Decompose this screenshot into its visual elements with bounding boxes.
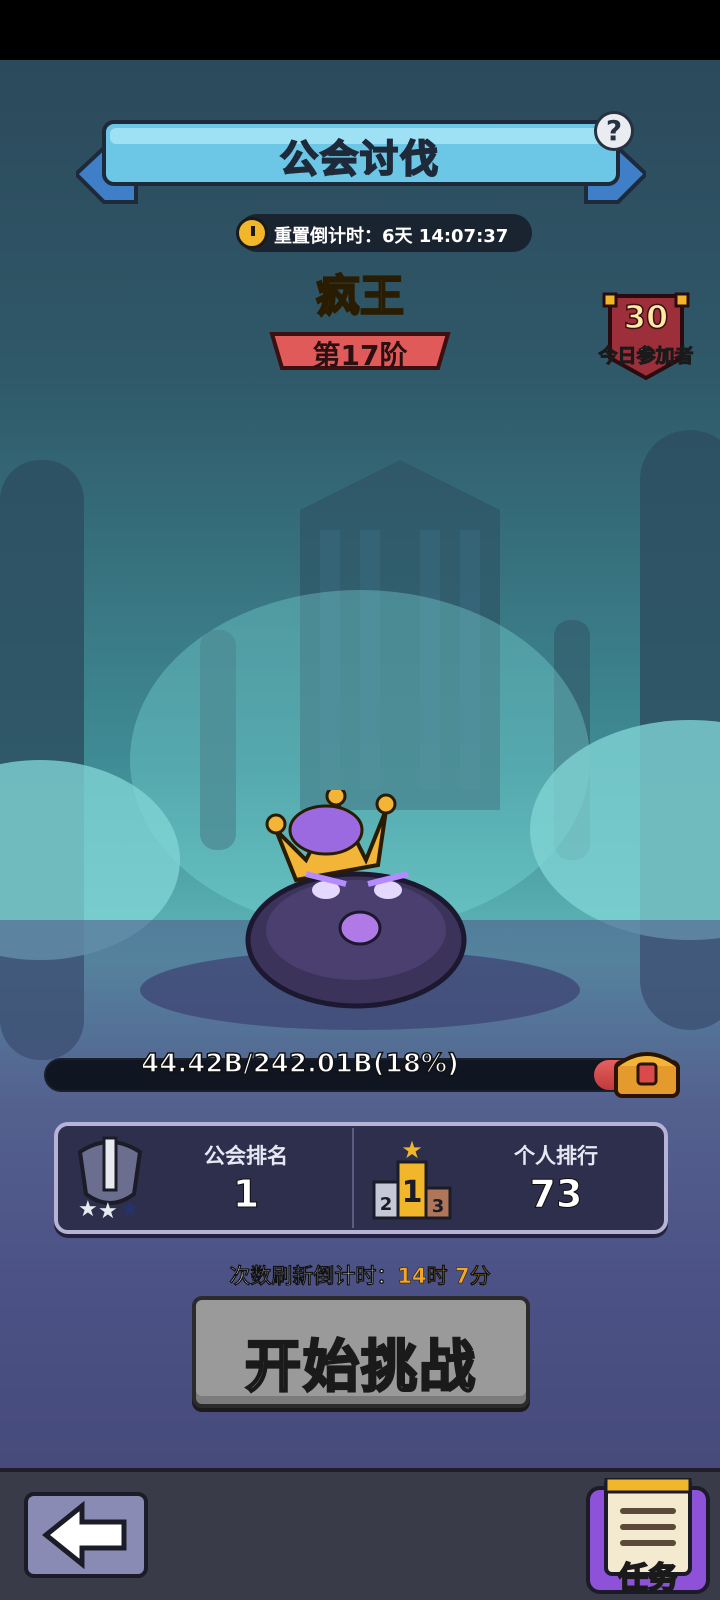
guild-rank-value: 1: [232, 1172, 260, 1217]
back-button[interactable]: [24, 1492, 148, 1578]
podium-second: 2: [380, 1194, 393, 1215]
help-button[interactable]: ?: [594, 111, 634, 151]
podium-icon: ★ 2 1 3: [372, 1136, 452, 1220]
reset-timer-text: 重置倒计时：6天 14:07:37: [274, 226, 509, 247]
treasure-chest-icon[interactable]: [612, 1044, 682, 1100]
stopwatch-icon: [236, 217, 268, 249]
reset-timer: 重置倒计时：6天 14:07:37: [236, 214, 532, 252]
participants-badge[interactable]: 30 今日参加者: [598, 292, 694, 382]
podium-first: 1: [402, 1175, 423, 1210]
participants-count: 30: [623, 297, 669, 337]
tier-label: 第17阶: [312, 339, 408, 372]
status-bar: [0, 0, 720, 60]
boss-hp-text: 44.42B/242.01B(18%): [140, 1048, 459, 1080]
svg-text:★: ★: [120, 1197, 140, 1222]
svg-text:★: ★: [78, 1197, 98, 1222]
svg-text:★: ★: [98, 1199, 118, 1222]
personal-rank-value: 73: [529, 1172, 583, 1217]
task-label: 任务: [617, 1560, 679, 1597]
podium-third: 3: [432, 1196, 445, 1217]
guild-shield-sword-icon: ★ ★ ★: [77, 1136, 143, 1222]
tier-badge: 第17阶: [268, 330, 452, 372]
refresh-value: 14时 7分: [397, 1264, 491, 1289]
refresh-countdown: 次数刷新倒计时：14时 7分: [0, 1260, 720, 1290]
guild-rank-label: 公会排名: [204, 1144, 288, 1168]
personal-rank-label: 个人排行: [514, 1144, 598, 1168]
svg-text:★: ★: [401, 1136, 423, 1164]
slime-king-boss[interactable]: [236, 790, 476, 1010]
question-icon: ?: [605, 114, 623, 147]
ranking-divider: [352, 1128, 354, 1228]
refresh-label: 次数刷新倒计时：: [229, 1264, 398, 1289]
participants-label: 今日参加者: [598, 345, 694, 368]
start-challenge-label: 开始挑战: [244, 1334, 477, 1402]
arrow-left-icon: [42, 1500, 127, 1570]
